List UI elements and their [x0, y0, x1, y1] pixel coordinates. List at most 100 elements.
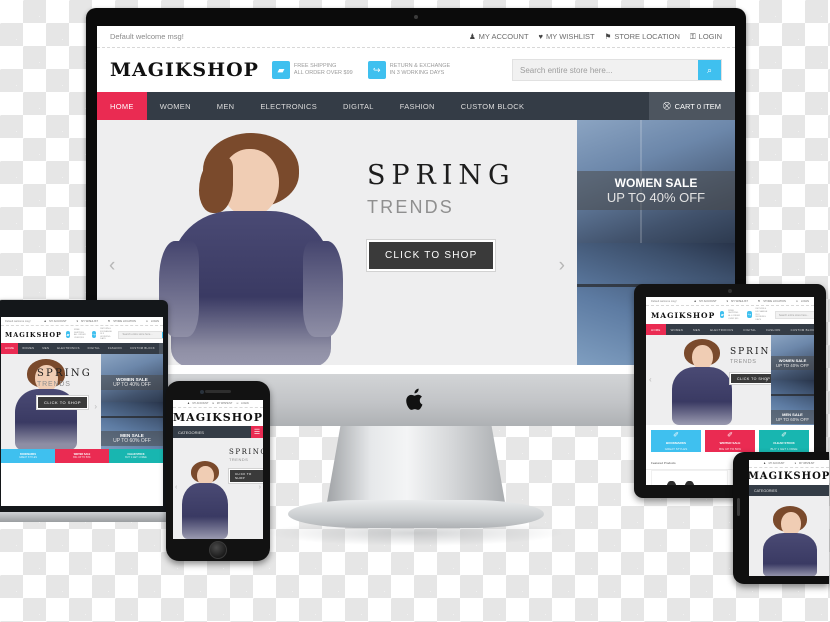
site-logo[interactable]: MAGIKSHOP — [5, 331, 62, 339]
site-logo[interactable]: MAGIKSHOP — [173, 411, 263, 424]
promo-box-bookmarks[interactable]: ✐ BOOKMARKS GREAT STYLES — [651, 430, 701, 452]
lock-icon: ⚿ — [236, 402, 239, 405]
hamburger-icon[interactable]: ☰ — [251, 426, 263, 438]
gift-icon: ✐ — [781, 432, 787, 439]
topbar-link-login[interactable]: ⚿ LOGIN — [690, 32, 722, 42]
nav-item-home[interactable]: HOME — [646, 324, 666, 335]
hero-headline: SPRING — [367, 160, 516, 191]
search-icon[interactable]: ⌕ — [698, 60, 721, 80]
topbar-link-my-account[interactable]: ♟ MY ACCOUNT — [44, 320, 67, 323]
hero-cta-button[interactable]: CLICK TO SHOP — [37, 396, 88, 409]
nav-item-women[interactable]: WOMEN — [18, 343, 38, 354]
site-logo[interactable]: MAGIKSHOP — [110, 59, 259, 81]
nav-item-men[interactable]: MEN — [688, 324, 705, 335]
mobile-categories-bar[interactable]: CATEGORIES ☰ — [173, 426, 263, 438]
slider-next-arrow[interactable]: › — [765, 375, 768, 384]
nav-item-custom-block[interactable]: CUSTOM BLOCK — [786, 324, 814, 335]
topbar-link-label: MY ACCOUNT — [49, 319, 67, 323]
promo-line1: RETURN & EXCHANGE — [389, 63, 451, 70]
site-logo[interactable]: MAGIKSHOP — [749, 471, 829, 482]
apple-logo-icon — [406, 388, 426, 412]
slider-next-arrow[interactable]: › — [559, 255, 565, 277]
cart-button[interactable]: ⛒ CART 0 ITEM — [159, 343, 163, 354]
slider-prev-arrow[interactable]: ‹ — [175, 484, 177, 491]
nav-item-men[interactable]: MEN — [38, 343, 53, 354]
topbar-link-my-wishlist[interactable]: ♥ MY WISHLIST — [795, 462, 815, 465]
slider-next-arrow[interactable]: › — [94, 402, 97, 411]
tile-women-sale[interactable]: WOMEN SALE UP TO 40% OFF — [771, 335, 814, 380]
promo-boxes: BOOKMARKS GREAT STYLES WINTER SALE BIG U… — [1, 449, 163, 463]
nav-item-electronics[interactable]: ELECTRONICS — [247, 92, 330, 120]
search-input[interactable]: Search entire store here... — [513, 60, 698, 80]
hero-side-tiles: WOMEN SALE UP TO 40% OFF MEN SALE UP TO … — [771, 335, 814, 425]
product-card[interactable] — [651, 470, 728, 485]
nav-item-electronics[interactable]: ELECTRONICS — [53, 343, 83, 354]
welcome-message: Default welcome msg! — [110, 32, 184, 41]
slider-prev-arrow[interactable]: ‹ — [109, 255, 115, 277]
topbar-link-store-location[interactable]: ⚑ STORE LOCATION — [605, 32, 680, 42]
tile-women-sale[interactable]: WOMEN SALE UP TO 40% OFF — [577, 120, 735, 243]
nav-item-digital[interactable]: DIGITAL — [330, 92, 387, 120]
topbar-link-label: MY WISHLIST — [216, 402, 233, 405]
pin-icon: ⚑ — [107, 319, 111, 323]
hero-cta-button[interactable]: CLICK TO SHOP — [367, 240, 496, 271]
search-input[interactable]: Search entire store here... — [776, 312, 814, 318]
topbar-link-store-location[interactable]: ⚑ STORE LOCATION — [108, 320, 136, 323]
search-input[interactable]: Search entire store here... — [119, 332, 162, 338]
nav-item-fashion[interactable]: FASHION — [761, 324, 785, 335]
nav-item-custom-block[interactable]: CUSTOM BLOCK — [448, 92, 537, 120]
tile-line2: UP TO 40% OFF — [606, 190, 706, 206]
nav-item-digital[interactable]: DIGITAL — [738, 324, 761, 335]
tile-men-sale[interactable]: MEN SALE UP TO 60% OFF — [101, 401, 163, 449]
nav-item-home[interactable]: HOME — [1, 343, 19, 354]
promo-box-winter-sale[interactable]: ✐ WINTER SALE BIG UP TO 50% — [705, 430, 755, 452]
tile-line2: UP TO 60% OFF — [775, 416, 810, 422]
topbar-link-my-wishlist[interactable]: ♥ MY WISHLIST — [727, 300, 748, 303]
return-arrow-icon: ↪ — [367, 61, 386, 79]
home-button-icon[interactable] — [209, 541, 227, 559]
topbar-links: ♟ MY ACCOUNT ♥ MY WISHLIST ⚑ STORE LOCAT… — [694, 300, 809, 303]
hero-side-tiles: WOMEN SALE UP TO 40% OFF MEN SALE UP TO … — [101, 354, 163, 449]
promo-box-line2: GREAT STYLES — [664, 447, 688, 451]
slider-next-arrow[interactable]: › — [259, 484, 261, 491]
topbar-link-my-account[interactable]: ♟ MY ACCOUNT — [764, 462, 785, 465]
promo-box-clear-stock[interactable]: CLEAR STOCK BUY 1 GET 1 FREE — [109, 449, 163, 463]
topbar-link-login[interactable]: ⚿ LOGIN — [796, 300, 809, 303]
nav-item-digital[interactable]: DIGITAL — [84, 343, 104, 354]
site-logo[interactable]: MAGIKSHOP — [651, 311, 715, 320]
mobile-categories-bar[interactable]: CATEGORIES — [749, 485, 829, 496]
nav-item-women[interactable]: WOMEN — [147, 92, 204, 120]
heart-icon: ♥ — [212, 402, 214, 405]
nav-item-women[interactable]: WOMEN — [666, 324, 689, 335]
topbar-link-my-wishlist[interactable]: ♥ MY WISHLIST — [77, 320, 98, 323]
topbar-link-my-account[interactable]: ♟ MY ACCOUNT — [187, 402, 208, 405]
site-header: MAGIKSHOP ▰ FREE SHIPPING ALL ORDER OVER… — [1, 326, 163, 343]
topbar-link-my-wishlist[interactable]: ♥ MY WISHLIST — [212, 402, 232, 405]
search-area: Search entire store here... ⌕ — [463, 59, 722, 81]
nav-item-fashion[interactable]: FASHION — [104, 343, 126, 354]
topbar-link-my-wishlist[interactable]: ♥ MY WISHLIST — [539, 32, 595, 42]
topbar-link-login[interactable]: ⚿ LOGIN — [146, 320, 159, 323]
volume-button[interactable] — [737, 498, 740, 516]
laptop-base — [0, 512, 178, 522]
nav-item-men[interactable]: MEN — [204, 92, 248, 120]
tile-women-sale[interactable]: WOMEN SALE UP TO 40% OFF — [101, 354, 163, 402]
nav-item-fashion[interactable]: FASHION — [387, 92, 448, 120]
slider-prev-arrow[interactable]: ‹ — [649, 375, 652, 384]
tile-men-sale[interactable]: MEN SALE UP TO 60% OFF — [771, 380, 814, 425]
promo-box-bookmarks[interactable]: BOOKMARKS GREAT STYLES — [1, 449, 55, 463]
hero-cta-button[interactable]: CLICK TO SHOP — [229, 469, 263, 483]
nav-item-electronics[interactable]: ELECTRONICS — [705, 324, 738, 335]
search-icon[interactable]: ⌕ — [162, 331, 163, 338]
topbar-link-store-location[interactable]: ⚑ STORE LOCATION — [758, 300, 786, 303]
promo-box-clear-stock[interactable]: ✐ CLEAR STOCK BUY 1 GET 1 FREE — [759, 430, 809, 452]
promo-box-winter-sale[interactable]: WINTER SALE BIG UP TO 50% — [55, 449, 109, 463]
topbar-link-login[interactable]: ⚿ LOGIN — [236, 402, 248, 405]
topbar-link-my-account[interactable]: ♟ MY ACCOUNT — [694, 300, 717, 303]
site-header: MAGIKSHOP ▰ FREE SHIPPING ALL ORDER OVER… — [646, 306, 814, 324]
nav-item-custom-block[interactable]: CUSTOM BLOCK — [126, 343, 159, 354]
topbar-link-my-account[interactable]: ♟ MY ACCOUNT — [469, 32, 529, 42]
nav-item-home[interactable]: HOME — [97, 92, 147, 120]
topbar-link-label: MY ACCOUNT — [192, 402, 209, 405]
cart-button[interactable]: ⛒ CART 0 ITEM — [648, 92, 735, 120]
